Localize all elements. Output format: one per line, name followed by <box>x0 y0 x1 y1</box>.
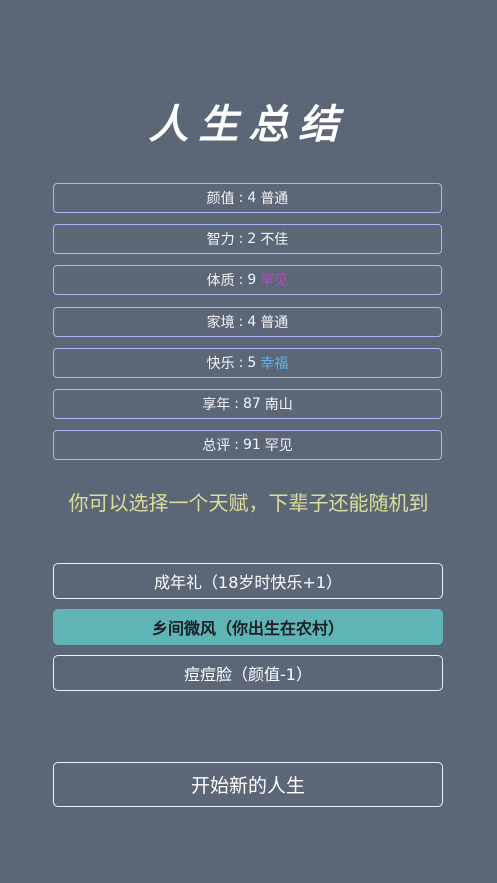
stat-row-family: 家境 : 4 普通 <box>53 307 442 337</box>
stat-value: 9 <box>247 272 257 288</box>
stat-value: 4 <box>247 314 257 330</box>
stat-row-constitution: 体质 : 9 罕见 <box>53 265 442 295</box>
stat-row-appearance: 颜值 : 4 普通 <box>53 183 442 213</box>
stat-row-lifespan: 享年 : 87 南山 <box>53 389 442 419</box>
talent-option-country-breeze[interactable]: 乡间微风（你出生在农村） <box>53 609 443 645</box>
stat-separator: : <box>234 437 239 453</box>
stat-value: 4 <box>247 190 257 206</box>
stat-grade: 普通 <box>260 191 289 207</box>
stat-label: 颜值 <box>206 191 235 207</box>
stat-grade: 普通 <box>260 315 289 331</box>
stat-value: 2 <box>247 231 257 247</box>
start-new-life-label: 开始新的人生 <box>190 775 305 797</box>
talent-label: 成年礼（18岁时快乐+1） <box>154 573 342 592</box>
stat-label: 享年 <box>202 397 231 413</box>
stat-grade: 罕见 <box>260 273 289 289</box>
talent-label: 乡间微风（你出生在农村） <box>151 619 344 638</box>
stat-label: 家境 <box>206 315 235 331</box>
stat-separator: : <box>238 272 244 288</box>
stat-grade: 南山 <box>264 397 293 413</box>
stat-grade: 幸福 <box>260 356 289 372</box>
stat-separator: : <box>238 231 244 247</box>
talent-label: 痘痘脸（颜值-1） <box>184 665 312 684</box>
stat-grade: 罕见 <box>264 438 293 454</box>
stat-row-happiness: 快乐 : 5 幸福 <box>53 348 442 378</box>
stat-label: 体质 <box>206 273 235 289</box>
stat-separator: : <box>238 314 244 330</box>
stat-label: 智力 <box>206 232 235 248</box>
stat-value: 91 <box>242 437 261 453</box>
talent-option-coming-of-age[interactable]: 成年礼（18岁时快乐+1） <box>53 563 443 599</box>
stat-separator: : <box>234 396 239 412</box>
stat-value: 5 <box>247 355 257 371</box>
stat-value: 87 <box>242 396 261 412</box>
page-title: 人生总结 <box>148 101 349 148</box>
stat-label: 快乐 <box>206 356 235 372</box>
stat-row-intelligence: 智力 : 2 不佳 <box>53 224 442 254</box>
stat-row-overall: 总评 : 91 罕见 <box>53 430 442 460</box>
start-new-life-button[interactable]: 开始新的人生 <box>53 762 443 807</box>
stat-separator: : <box>238 355 244 371</box>
talent-option-acne-face[interactable]: 痘痘脸（颜值-1） <box>53 655 443 691</box>
talent-hint-text: 你可以选择一个天赋，下辈子还能随机到 <box>68 491 429 515</box>
stat-separator: : <box>238 190 244 206</box>
stat-grade: 不佳 <box>260 232 289 248</box>
stat-label: 总评 <box>202 438 231 454</box>
